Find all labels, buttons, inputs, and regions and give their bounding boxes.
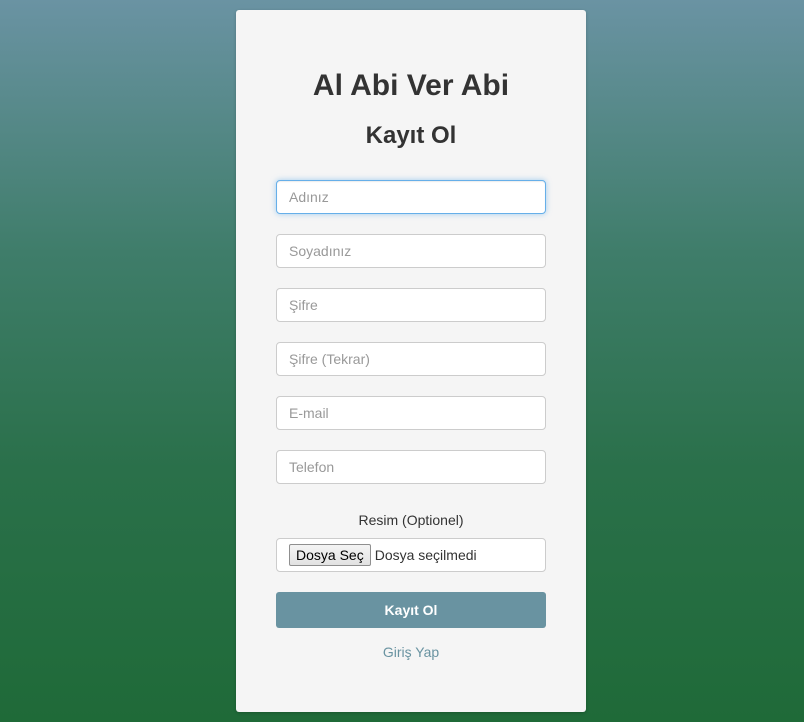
last-name-input[interactable] [276,234,546,268]
password-input[interactable] [276,288,546,322]
choose-file-button[interactable]: Dosya Seç [289,544,371,566]
phone-input[interactable] [276,450,546,484]
password-confirm-input[interactable] [276,342,546,376]
first-name-input[interactable] [276,180,546,214]
login-link[interactable]: Giriş Yap [236,644,586,660]
app-title: Al Abi Ver Abi [312,69,510,102]
register-card: Al Abi Ver Abi Kayıt Ol Resim (Optionel)… [236,10,586,712]
file-input[interactable]: Dosya Seç Dosya seçilmedi [276,538,546,572]
email-input[interactable] [276,396,546,430]
register-button[interactable]: Kayıt Ol [276,592,546,628]
image-upload-label: Resim (Optionel) [358,512,464,528]
page-title: Kayıt Ol [365,122,457,149]
file-status-text: Dosya seçilmedi [374,547,477,563]
